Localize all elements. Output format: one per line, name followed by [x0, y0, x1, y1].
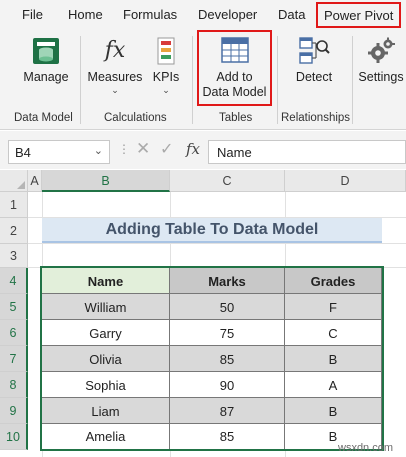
- row-header-8[interactable]: 8: [0, 372, 28, 398]
- column-header-d[interactable]: D: [285, 170, 406, 192]
- table-cell-marks[interactable]: 75: [170, 320, 285, 346]
- table-cell-grade[interactable]: B: [285, 398, 382, 424]
- row-header-9[interactable]: 9: [0, 398, 28, 424]
- add-to-label-line1: Add to: [216, 70, 253, 84]
- menu-data[interactable]: Data: [278, 7, 305, 22]
- table-cell-name[interactable]: Sophia: [42, 372, 170, 398]
- table-cell-grade[interactable]: F: [285, 294, 382, 320]
- column-header-a[interactable]: A: [28, 170, 42, 192]
- detect-label: Detect: [295, 70, 333, 84]
- menu-bar: File Home Formulas Developer Data Power …: [0, 0, 406, 30]
- ribbon-separator: [352, 36, 353, 124]
- menu-home[interactable]: Home: [68, 7, 103, 22]
- manage-button[interactable]: Manage: [14, 36, 78, 85]
- table-cell-marks[interactable]: 50: [170, 294, 285, 320]
- group-label-relationships: Relationships: [281, 112, 351, 124]
- insert-function-button[interactable]: fx: [186, 140, 200, 158]
- ribbon-separator: [80, 36, 81, 124]
- table-header-grades[interactable]: Grades: [285, 268, 382, 294]
- measures-button[interactable]: fx Measures ⌄: [86, 36, 144, 95]
- table-cell-name[interactable]: Amelia: [42, 424, 170, 449]
- data-model-icon: [33, 38, 59, 64]
- menu-developer[interactable]: Developer: [198, 7, 257, 22]
- group-label-calculations: Calculations: [104, 112, 167, 124]
- group-label-tables: Tables: [219, 112, 253, 124]
- chevron-down-icon: ⌄: [162, 85, 170, 95]
- detect-button[interactable]: Detect: [288, 36, 340, 85]
- settings-button[interactable]: Settings: [356, 36, 406, 85]
- table-cell-name[interactable]: Liam: [42, 398, 170, 424]
- add-to-data-model-button[interactable]: Add to Data Model: [199, 36, 270, 100]
- menu-power-pivot[interactable]: Power Pivot: [316, 2, 402, 28]
- cancel-icon[interactable]: ✕: [136, 139, 150, 159]
- more-icon: ⋮: [118, 142, 131, 156]
- settings-gear-icon: [368, 37, 395, 63]
- table-cell-marks[interactable]: 87: [170, 398, 285, 424]
- ribbon-separator: [277, 36, 278, 124]
- measures-label: Measures: [87, 70, 143, 84]
- table-cell-name[interactable]: Olivia: [42, 346, 170, 372]
- table-cell-grade[interactable]: A: [285, 372, 382, 398]
- table-cell-name[interactable]: William: [42, 294, 170, 320]
- check-icon[interactable]: ✓: [160, 139, 173, 159]
- formula-content: Name: [217, 145, 252, 160]
- fx-measures-icon: fx: [104, 38, 126, 63]
- sheet-title-cell[interactable]: Adding Table To Data Model: [42, 218, 382, 243]
- menu-formulas[interactable]: Formulas: [123, 7, 177, 22]
- table-header-name[interactable]: Name: [42, 268, 170, 294]
- kpis-button[interactable]: KPIs ⌄: [148, 36, 184, 95]
- table-cell-grade[interactable]: C: [285, 320, 382, 346]
- formula-input[interactable]: Name: [208, 140, 406, 164]
- add-to-label-line2: Data Model: [202, 85, 267, 99]
- row-header-5[interactable]: 5: [0, 294, 28, 320]
- row-header-10[interactable]: 10: [0, 424, 28, 450]
- table-cell-grade[interactable]: B: [285, 346, 382, 372]
- chevron-down-icon: ⌄: [111, 85, 119, 95]
- row-header-1[interactable]: 1: [0, 192, 28, 218]
- data-table: Name Marks Grades William 50 F Garry 75 …: [40, 266, 384, 451]
- formula-bar: B4 ⌄ ⋮ ✕ ✓ fx Name: [0, 131, 406, 169]
- row-header-4[interactable]: 4: [0, 268, 28, 294]
- menu-file[interactable]: File: [22, 7, 43, 22]
- settings-label: Settings: [358, 70, 404, 84]
- manage-label: Manage: [23, 70, 69, 84]
- ribbon-separator: [192, 36, 193, 124]
- table-header-marks[interactable]: Marks: [170, 268, 285, 294]
- row-header-7[interactable]: 7: [0, 346, 28, 372]
- select-all-triangle: [17, 181, 25, 189]
- table-cell-marks[interactable]: 85: [170, 346, 285, 372]
- name-box-value: B4: [15, 145, 31, 160]
- table-cell-marks[interactable]: 85: [170, 424, 285, 449]
- table-cell-marks[interactable]: 90: [170, 372, 285, 398]
- column-header-b[interactable]: B: [42, 170, 170, 192]
- row-header-3[interactable]: 3: [0, 244, 28, 268]
- table-cell-name[interactable]: Garry: [42, 320, 170, 346]
- row-header-2[interactable]: 2: [0, 218, 28, 244]
- add-table-icon: [220, 37, 249, 63]
- detect-relationships-icon: [299, 37, 330, 64]
- kpis-label: KPIs: [152, 70, 180, 84]
- watermark: wsxdn.com: [338, 442, 394, 454]
- column-header-c[interactable]: C: [170, 170, 285, 192]
- kpi-icon: [157, 37, 175, 65]
- ribbon: Manage Data Model fx Measures ⌄ KPIs ⌄ C…: [0, 30, 406, 130]
- group-label-data-model: Data Model: [14, 112, 73, 124]
- name-box[interactable]: B4 ⌄: [8, 140, 110, 164]
- select-all-corner[interactable]: [0, 170, 28, 192]
- gridline: [28, 243, 406, 244]
- chevron-down-icon[interactable]: ⌄: [94, 144, 103, 157]
- row-header-6[interactable]: 6: [0, 320, 28, 346]
